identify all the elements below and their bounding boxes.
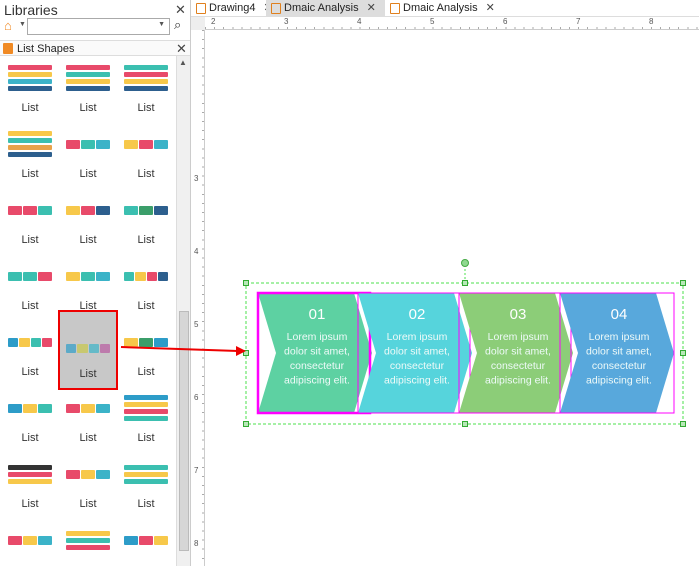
- step-number: 02: [409, 306, 426, 323]
- step-4[interactable]: 04 Lorem ipsum dolor sit amet, consectetur a…: [559, 292, 675, 414]
- step-text: consectetur: [290, 360, 345, 372]
- resize-handle[interactable]: [680, 280, 686, 286]
- step-number: 03: [510, 306, 527, 323]
- drawing-canvas[interactable]: 01 Lorem ipsum dolor sit amet, consectetur a…: [0, 0, 699, 566]
- step-text: adipiscing elit.: [586, 375, 652, 387]
- step-text: Lorem ipsum: [387, 331, 448, 343]
- step-2[interactable]: 02 Lorem ipsum dolor sit amet, consectetur a…: [357, 292, 472, 414]
- step-number: 04: [611, 306, 628, 323]
- resize-handle[interactable]: [462, 280, 468, 286]
- step-text: dolor sit amet,: [485, 346, 551, 358]
- resize-handle[interactable]: [243, 421, 249, 427]
- step-3[interactable]: 03 Lorem ipsum dolor sit amet, consectetur a…: [458, 292, 573, 414]
- step-text: dolor sit amet,: [586, 346, 652, 358]
- step-text: adipiscing elit.: [384, 375, 450, 387]
- step-text: consectetur: [592, 360, 647, 372]
- step-text: Lorem ipsum: [287, 331, 348, 343]
- resize-handle[interactable]: [243, 280, 249, 286]
- step-text: adipiscing elit.: [485, 375, 551, 387]
- step-text: dolor sit amet,: [384, 346, 450, 358]
- step-text: adipiscing elit.: [284, 375, 350, 387]
- step-text: Lorem ipsum: [488, 331, 549, 343]
- resize-handle[interactable]: [680, 350, 686, 356]
- resize-handle[interactable]: [462, 421, 468, 427]
- rotate-handle[interactable]: [461, 259, 469, 267]
- resize-handle[interactable]: [680, 421, 686, 427]
- step-text: Lorem ipsum: [589, 331, 650, 343]
- step-1[interactable]: 01 Lorem ipsum dolor sit amet, consectetur a…: [256, 291, 372, 415]
- step-number: 01: [309, 306, 326, 323]
- step-text: dolor sit amet,: [284, 346, 350, 358]
- drag-arrow-line: [120, 346, 239, 352]
- step-text: consectetur: [390, 360, 445, 372]
- step-text: consectetur: [491, 360, 546, 372]
